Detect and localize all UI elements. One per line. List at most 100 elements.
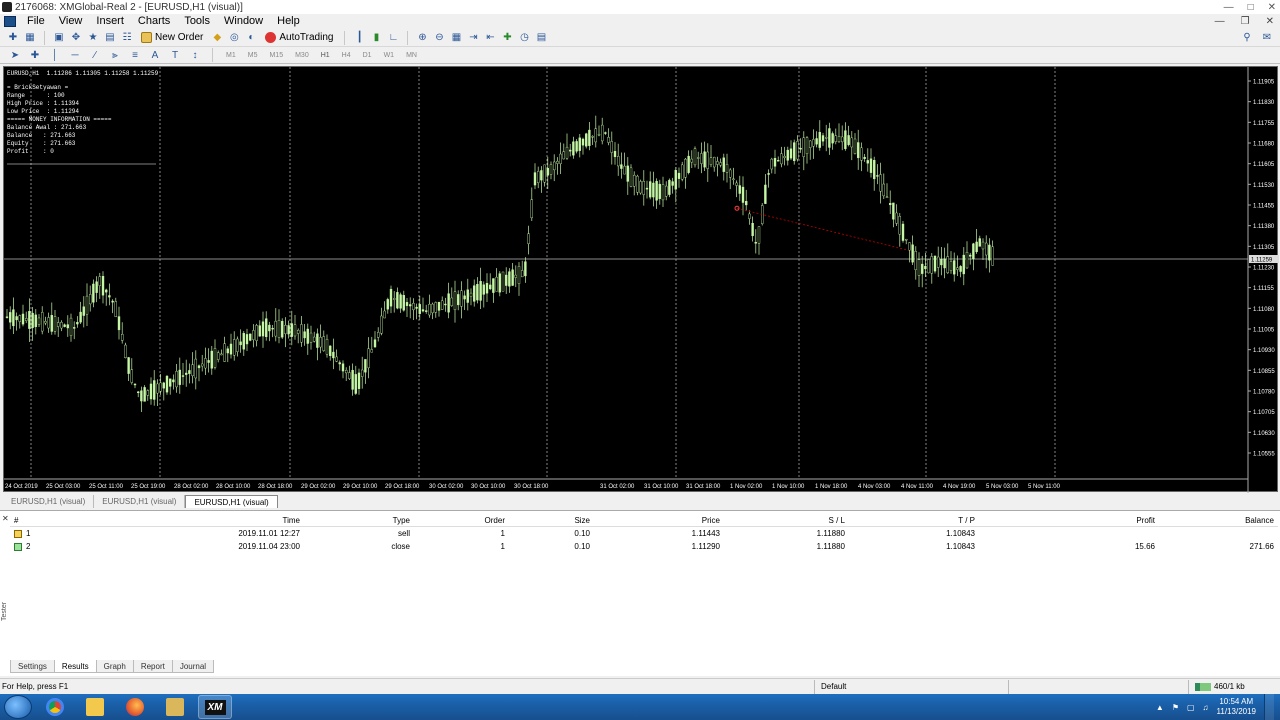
start-button-icon[interactable] xyxy=(4,695,32,719)
zoom-out-icon[interactable]: ⊖ xyxy=(432,31,446,45)
bar-chart-icon[interactable]: ┃ xyxy=(352,31,366,45)
chart-canvas[interactable]: 1.11905 1.11830 1.11755 1.11680 1.11605 1.115… xyxy=(4,67,1279,493)
fibonacci-icon[interactable]: ≡ xyxy=(128,48,142,62)
tray-network-icon[interactable]: ▢ xyxy=(1187,703,1195,712)
candle-body xyxy=(722,157,725,172)
channel-icon[interactable]: ⫸ xyxy=(108,48,122,62)
indicators-icon[interactable]: ✚ xyxy=(500,31,514,45)
table-row[interactable]: 1 2019.11.01 12:27 sell 1 0.10 1.11443 1… xyxy=(10,527,1278,540)
horizontal-line-icon[interactable]: ─ xyxy=(68,48,82,62)
auto-scroll-icon[interactable]: ⇥ xyxy=(466,31,480,45)
timeframe-d1[interactable]: D1 xyxy=(360,52,375,59)
autotrading-button[interactable]: AutoTrading xyxy=(261,30,337,46)
market-watch-icon[interactable]: ▣ xyxy=(52,31,66,45)
taskbar-clock[interactable]: 10:54 AM 11/13/2019 xyxy=(1217,697,1256,717)
timeframe-m30[interactable]: M30 xyxy=(292,52,312,59)
candlestick-icon[interactable]: ▮ xyxy=(369,31,383,45)
zoom-in-icon[interactable]: ⊕ xyxy=(415,31,429,45)
line-chart-icon[interactable]: ∟ xyxy=(386,31,400,45)
text-icon[interactable]: A xyxy=(148,48,162,62)
timeframe-h1[interactable]: H1 xyxy=(318,52,333,59)
chart-window-icon[interactable] xyxy=(4,16,16,27)
maximize-icon[interactable]: □ xyxy=(1248,2,1254,13)
col-tp[interactable]: T / P xyxy=(849,514,979,527)
col-time[interactable]: Time xyxy=(94,514,304,527)
chat-icon[interactable]: ✉ xyxy=(1260,31,1274,45)
timeframe-mn[interactable]: MN xyxy=(403,52,420,59)
timeframe-m15[interactable]: M15 xyxy=(266,52,286,59)
timeframe-w1[interactable]: W1 xyxy=(381,52,398,59)
tab-report[interactable]: Report xyxy=(132,660,173,673)
show-desktop-button[interactable] xyxy=(1264,694,1274,720)
templates-icon[interactable]: ▤ xyxy=(534,31,548,45)
tray-volume-icon[interactable]: ♫ xyxy=(1203,703,1209,712)
market-icon[interactable]: ◐ xyxy=(244,31,258,45)
terminal-icon[interactable]: ▤ xyxy=(103,31,117,45)
taskbar-app[interactable] xyxy=(158,695,192,719)
tile-windows-icon[interactable]: ▦ xyxy=(449,31,463,45)
minimize-icon[interactable]: — xyxy=(1224,2,1234,13)
menu-help[interactable]: Help xyxy=(270,14,307,29)
candle-body xyxy=(25,318,28,321)
col-sl[interactable]: S / L xyxy=(724,514,849,527)
chart-tab-active[interactable]: EURUSD,H1 (visual) xyxy=(185,495,278,508)
tab-graph[interactable]: Graph xyxy=(95,660,134,673)
chart-tab[interactable]: EURUSD,H1 (visual) xyxy=(3,495,95,508)
col-price[interactable]: Price xyxy=(594,514,724,527)
col-size[interactable]: Size xyxy=(509,514,594,527)
tray-expand-icon[interactable]: ▲ xyxy=(1156,703,1164,712)
timeframe-h4[interactable]: H4 xyxy=(339,52,354,59)
col-order[interactable]: Order xyxy=(414,514,509,527)
close-icon[interactable]: ✕ xyxy=(1268,2,1276,13)
tab-settings[interactable]: Settings xyxy=(10,660,55,673)
menu-tools[interactable]: Tools xyxy=(177,14,217,29)
navigator-icon[interactable]: ★ xyxy=(86,31,100,45)
taskbar-chrome[interactable] xyxy=(38,695,72,719)
cursor-icon[interactable]: ➤ xyxy=(8,48,22,62)
trendline-icon[interactable]: ∕ xyxy=(88,48,102,62)
panel-close-icon[interactable]: ✕ xyxy=(2,514,9,523)
strategy-tester-icon[interactable]: ☷ xyxy=(120,31,134,45)
tab-results[interactable]: Results xyxy=(53,660,97,673)
menu-insert[interactable]: Insert xyxy=(89,14,131,29)
tab-journal[interactable]: Journal xyxy=(171,660,215,673)
signals-icon[interactable]: ◎ xyxy=(227,31,241,45)
tray-flag-icon[interactable]: ⚑ xyxy=(1172,703,1179,712)
taskbar-firefox[interactable] xyxy=(118,695,152,719)
text-label-icon[interactable]: T xyxy=(168,48,182,62)
timeframe-m1[interactable]: M1 xyxy=(223,52,239,59)
col-num[interactable]: # xyxy=(10,514,94,527)
col-type[interactable]: Type xyxy=(304,514,414,527)
menu-view[interactable]: View xyxy=(52,14,90,29)
new-order-button[interactable]: New Order xyxy=(137,30,207,46)
taskbar-explorer[interactable] xyxy=(78,695,112,719)
chart-minimize-icon[interactable]: — xyxy=(1215,14,1225,29)
menu-window[interactable]: Window xyxy=(217,14,270,29)
profiles-icon[interactable]: ▦ xyxy=(23,31,37,45)
timeframe-m5[interactable]: M5 xyxy=(245,52,261,59)
chart-restore-icon[interactable]: ❐ xyxy=(1241,14,1250,29)
crosshair-icon[interactable]: ✚ xyxy=(28,48,42,62)
taskbar-xm[interactable]: XM xyxy=(198,695,232,719)
price-label: 1.11230 xyxy=(1253,266,1275,272)
chart-tab[interactable]: EURUSD,H1 (visual) xyxy=(94,495,186,508)
metaeditor-icon[interactable]: ◆ xyxy=(210,31,224,45)
search-icon[interactable]: ⚲ xyxy=(1240,31,1254,45)
col-profit[interactable]: Profit xyxy=(979,514,1159,527)
table-row[interactable]: 2 2019.11.04 23:00 close 1 0.10 1.11290 … xyxy=(10,540,1278,553)
data-window-icon[interactable]: ✥ xyxy=(69,31,83,45)
new-chart-icon[interactable]: ✚ xyxy=(6,31,20,45)
price-chart[interactable]: 1.11905 1.11830 1.11755 1.11680 1.11605 1.115… xyxy=(3,66,1279,493)
candle-body xyxy=(466,289,469,303)
candle-body xyxy=(485,283,489,294)
candle-body xyxy=(226,348,230,354)
chart-close-icon[interactable]: ✕ xyxy=(1266,14,1274,29)
col-balance[interactable]: Balance xyxy=(1159,514,1278,527)
candle-body xyxy=(364,359,367,373)
menu-file[interactable]: File xyxy=(20,14,52,29)
menu-charts[interactable]: Charts xyxy=(131,14,177,29)
chart-shift-icon[interactable]: ⇤ xyxy=(483,31,497,45)
vertical-line-icon[interactable]: │ xyxy=(48,48,62,62)
arrows-icon[interactable]: ↕ xyxy=(188,48,202,62)
periods-icon[interactable]: ◷ xyxy=(517,31,531,45)
